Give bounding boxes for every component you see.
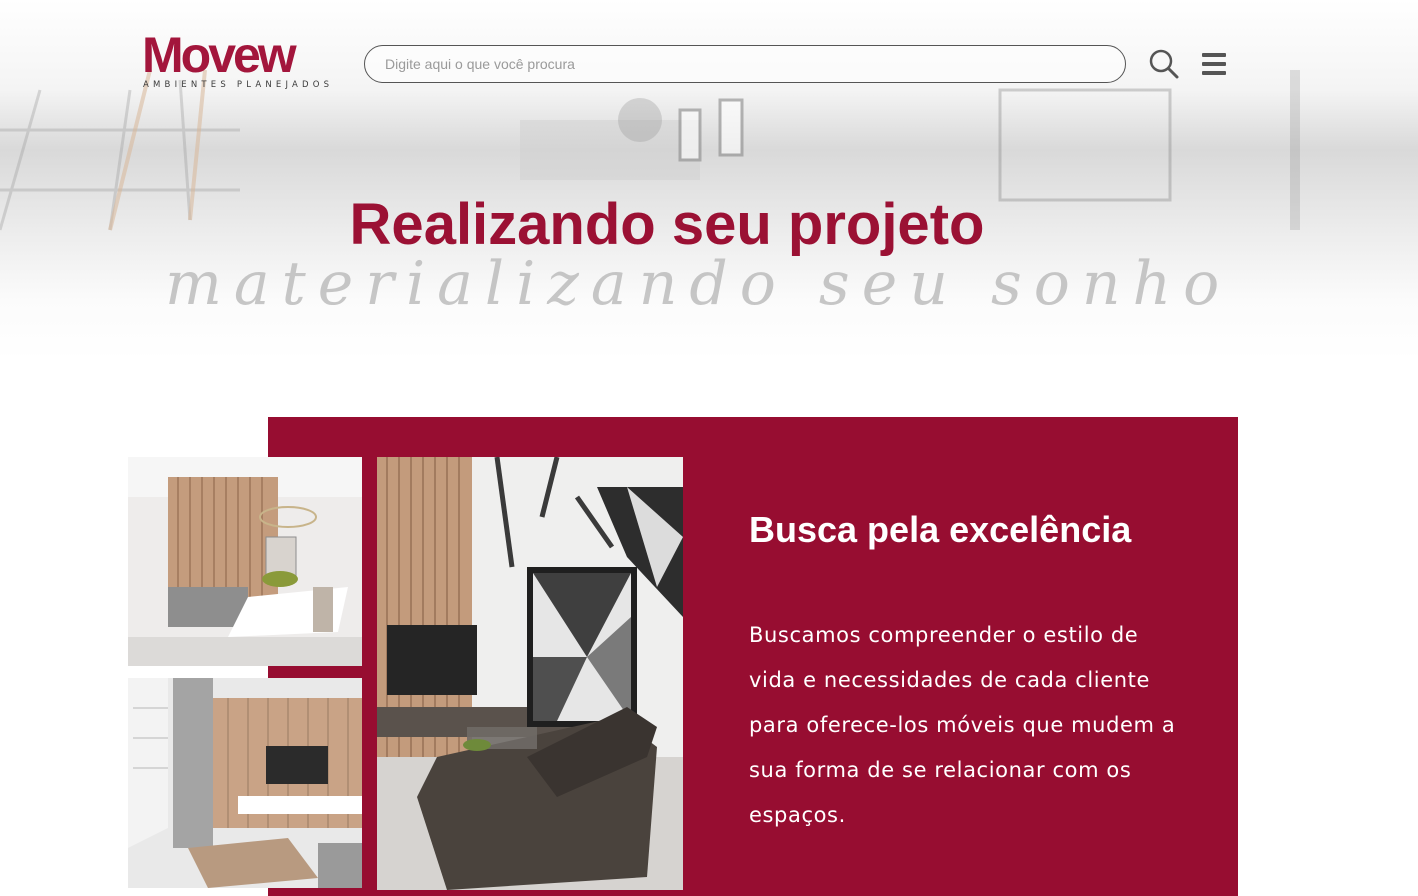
search-button[interactable] bbox=[1148, 48, 1180, 80]
logo-wordmark: Movew bbox=[142, 27, 297, 83]
hamburger-menu-icon bbox=[1202, 53, 1226, 75]
search-icon bbox=[1149, 49, 1179, 79]
living-room-sofa-photo bbox=[377, 457, 683, 890]
logo-tagline: AMBIENTES PLANEJADOS bbox=[143, 80, 334, 90]
dining-room-photo bbox=[128, 457, 362, 666]
feature-description: Buscamos compreender o estilo de vida e … bbox=[749, 623, 1176, 827]
living-room-tv-wall-photo bbox=[128, 678, 362, 888]
site-header: Movew AMBIENTES PLANEJADOS bbox=[0, 0, 1418, 110]
feature-title: Busca pela excelência bbox=[749, 509, 1132, 550]
menu-button[interactable] bbox=[1200, 51, 1228, 77]
brand-logo[interactable]: Movew AMBIENTES PLANEJADOS bbox=[142, 27, 344, 92]
hero-title-text: Realizando seu projeto bbox=[349, 192, 985, 257]
search-input[interactable] bbox=[364, 45, 1126, 83]
hero-title: Realizando seu projeto bbox=[0, 190, 1334, 260]
